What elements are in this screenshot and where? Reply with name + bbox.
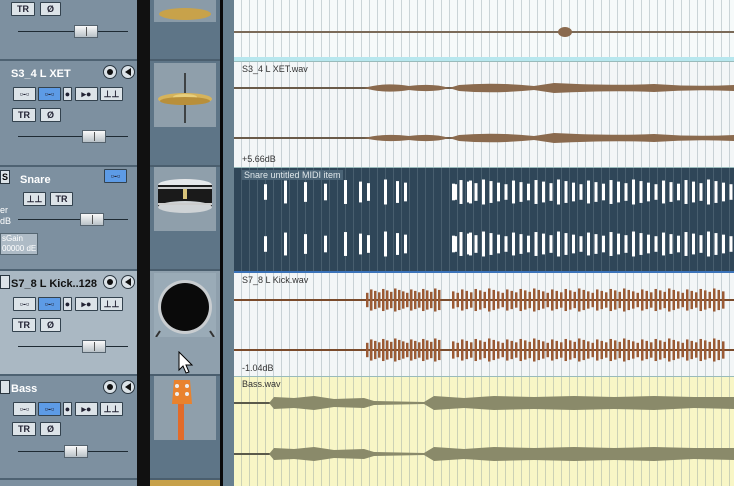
track-panel-6[interactable] (0, 480, 137, 486)
solo-button[interactable]: S (0, 170, 10, 184)
trim-read-button[interactable]: TR (12, 422, 36, 436)
clip-name: Bass.wav (242, 379, 281, 389)
clip-2[interactable]: S3_4 L XET.wav +5.66dB (234, 61, 734, 167)
side-label: er (0, 205, 9, 215)
gain-label: sGain (2, 234, 23, 243)
fx-button[interactable]: ● (63, 402, 72, 416)
waveform (366, 338, 725, 362)
record-arm-icon[interactable] (103, 65, 117, 79)
trim-read-button[interactable]: TR (50, 192, 73, 206)
trim-read-button[interactable]: TR (12, 108, 36, 122)
speaker-icon[interactable] (121, 380, 135, 394)
track-thumbnail-1 (150, 0, 220, 61)
monitor-button[interactable]: ▫-▫ (13, 297, 36, 311)
track-panel-4[interactable]: S7_8 L Kick..128 ▫-▫ ▫-▫ ● ▸● ⊥⊥ TR Ø (0, 271, 137, 376)
automation-button[interactable]: ▸● (75, 402, 98, 416)
clip-3[interactable]: Snare untitled MIDI item (234, 167, 734, 271)
snare-drum-icon (154, 167, 216, 231)
env-button[interactable]: ⊥⊥ (23, 192, 46, 206)
clip-4[interactable]: S7_8 L Kick.wav -1.04dB (234, 271, 734, 376)
volume-fader-knob[interactable] (64, 445, 88, 458)
waveform (558, 27, 572, 37)
input-button[interactable]: ▫-▫ (38, 87, 61, 101)
waveform (364, 133, 734, 143)
record-arm-icon[interactable] (103, 275, 117, 289)
volume-fader-knob[interactable] (82, 130, 106, 143)
record-arm-icon[interactable] (103, 380, 117, 394)
kick-drum-icon (154, 273, 216, 337)
input-button[interactable]: ▫-▫ (104, 169, 127, 183)
phase-invert-button[interactable]: Ø (40, 108, 61, 122)
track-thumbnails (150, 0, 220, 486)
solo-button[interactable] (0, 380, 10, 394)
volume-fader-knob[interactable] (80, 213, 104, 226)
env-button[interactable]: ⊥⊥ (100, 87, 123, 101)
track-panel-5[interactable]: Bass ▫-▫ ▫-▫ ● ▸● ⊥⊥ TR Ø (0, 376, 137, 480)
bass-guitar-icon (154, 376, 216, 440)
track-name[interactable]: Snare (20, 174, 51, 186)
track-name[interactable]: S3_4 L XET (11, 68, 71, 80)
volume-fader-track (18, 219, 128, 220)
clip-gain: -1.04dB (242, 363, 274, 373)
db-label: dB (0, 216, 12, 226)
clip-5[interactable]: Bass.wav (234, 376, 734, 486)
track-panel-1[interactable]: TR Ø (0, 0, 137, 61)
hihat-icon (154, 63, 216, 127)
volume-fader-track (18, 346, 128, 347)
clip-1[interactable] (234, 0, 734, 61)
monitor-button[interactable]: ▫-▫ (13, 87, 36, 101)
clip-gain: +5.66dB (242, 154, 276, 164)
track-thumbnail-3 (150, 167, 220, 271)
track-thumbnail-6 (150, 480, 220, 486)
clip-name: S7_8 L Kick.wav (242, 275, 309, 285)
cymbal-icon (154, 0, 216, 22)
waveform (269, 447, 734, 461)
volume-fader-knob[interactable] (74, 25, 98, 38)
volume-fader-track (18, 136, 128, 137)
track-panel-2[interactable]: S3_4 L XET ▫-▫ ▫-▫ ● ▸● ⊥⊥ TR Ø (0, 61, 137, 167)
volume-fader-knob[interactable] (82, 340, 106, 353)
automation-button[interactable]: ▸● (75, 87, 98, 101)
waveform (366, 288, 725, 312)
waveform (364, 83, 734, 93)
phase-invert-button[interactable]: Ø (40, 422, 61, 436)
mouse-pointer-icon (178, 351, 194, 374)
phase-invert-button[interactable]: Ø (40, 318, 61, 332)
volume-fader-track (18, 31, 128, 32)
gain-box[interactable]: sGain 00000 dE (0, 233, 38, 255)
speaker-icon[interactable] (121, 65, 135, 79)
track-control-panel: TR Ø S3_4 L XET ▫-▫ ▫-▫ ● ▸● ⊥⊥ TR Ø S S… (0, 0, 137, 486)
track-thumbnail-2 (150, 61, 220, 167)
trim-read-button[interactable]: TR (12, 318, 36, 332)
env-button[interactable]: ⊥⊥ (100, 402, 123, 416)
arrange-view: S3_4 L XET.wav +5.66dB Snare untitled MI… (234, 0, 734, 486)
input-button[interactable]: ▫-▫ (38, 402, 61, 416)
automation-button[interactable]: ▸● (75, 297, 98, 311)
waveform (269, 396, 734, 410)
track-name[interactable]: S7_8 L Kick..128 (11, 278, 97, 290)
env-button[interactable]: ⊥⊥ (100, 297, 123, 311)
solo-button[interactable] (0, 275, 10, 289)
trim-read-button[interactable]: TR (11, 2, 35, 16)
track-thumbnail-4 (150, 271, 220, 376)
arrange-left-edge (220, 0, 234, 486)
fx-button[interactable]: ● (63, 297, 72, 311)
gain-value: 00000 dE (2, 244, 37, 253)
panel-divider[interactable] (137, 0, 150, 486)
track-name[interactable]: Bass (11, 383, 37, 395)
clip-name: S3_4 L XET.wav (242, 64, 308, 74)
fx-button[interactable]: ● (63, 87, 72, 101)
track-panel-3[interactable]: S Snare ▫-▫ ⊥⊥ TR er dB sGain 00000 dE (0, 167, 137, 271)
input-button[interactable]: ▫-▫ (38, 297, 61, 311)
track-thumbnail-5 (150, 376, 220, 480)
speaker-icon[interactable] (121, 275, 135, 289)
phase-invert-button[interactable]: Ø (40, 2, 61, 16)
monitor-button[interactable]: ▫-▫ (13, 402, 36, 416)
waveform (264, 179, 733, 257)
